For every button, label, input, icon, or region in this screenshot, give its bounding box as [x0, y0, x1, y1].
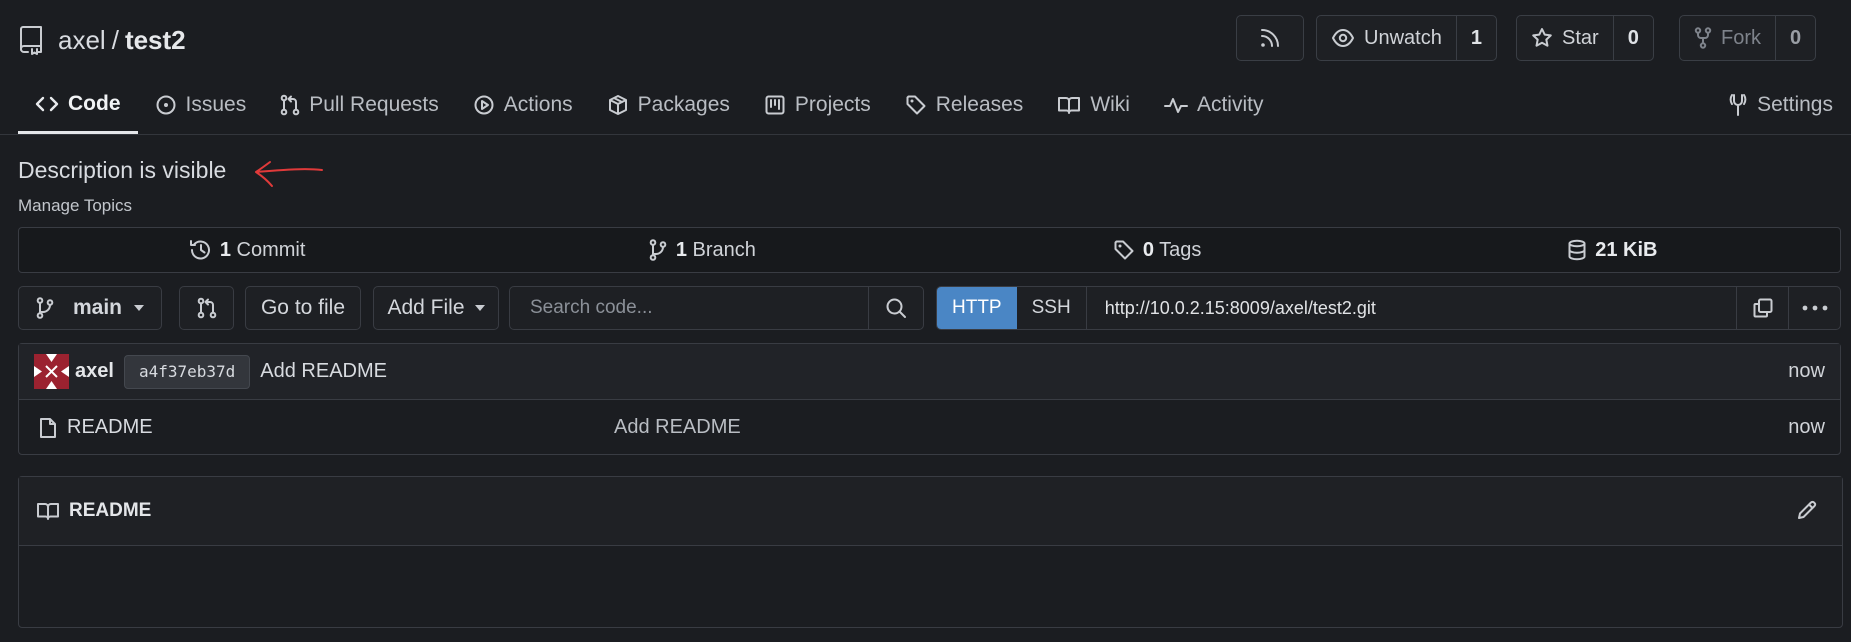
branches-stat[interactable]: 1 Branch — [474, 228, 929, 272]
commit-message-link[interactable]: Add README — [260, 360, 387, 383]
book-icon — [36, 501, 60, 521]
file-table: axel a4f37eb37d Add README now README Ad… — [18, 343, 1841, 455]
history-icon — [188, 239, 212, 261]
latest-commit-row: axel a4f37eb37d Add README now — [19, 344, 1840, 400]
star-button[interactable]: Star 0 — [1516, 15, 1654, 61]
commit-author[interactable]: axel — [75, 360, 114, 383]
tab-code[interactable]: Code — [18, 76, 138, 134]
commits-stat[interactable]: 1 Commit — [19, 228, 474, 272]
go-to-file-button[interactable]: Go to file — [245, 286, 361, 330]
code-icon — [35, 95, 59, 113]
tab-wiki[interactable]: Wiki — [1040, 76, 1147, 134]
repo-icon — [18, 25, 44, 55]
clone-url-field[interactable]: http://10.0.2.15:8009/axel/test2.git — [1087, 287, 1736, 329]
repo-name-link[interactable]: test2 — [125, 25, 186, 55]
more-options-button[interactable] — [1788, 287, 1840, 329]
tabs-divider — [0, 134, 1851, 135]
tags-stat[interactable]: 0 Tags — [930, 228, 1385, 272]
issue-icon — [155, 94, 177, 116]
star-count[interactable]: 0 — [1612, 16, 1653, 60]
current-branch: main — [73, 296, 123, 319]
annotation-arrow — [252, 160, 324, 190]
repo-stats-bar: 1 Commit 1 Branch 0 Tags 21 KiB — [18, 227, 1841, 273]
manage-topics-link[interactable]: Manage Topics — [18, 196, 132, 216]
repo-separator: / — [111, 24, 119, 55]
package-icon — [607, 94, 629, 116]
file-commit-time: now — [1788, 416, 1825, 438]
rss-icon — [1259, 27, 1281, 49]
add-file-button[interactable]: Add File — [373, 286, 499, 330]
repo-owner-link[interactable]: axel — [58, 25, 106, 55]
edit-readme-button[interactable] — [1796, 499, 1818, 521]
tab-activity[interactable]: Activity — [1147, 76, 1281, 134]
unwatch-button[interactable]: Unwatch 1 — [1316, 15, 1497, 61]
fork-icon — [1694, 27, 1712, 49]
play-icon — [473, 94, 495, 116]
tab-releases[interactable]: Releases — [888, 76, 1041, 134]
eye-icon — [1331, 28, 1355, 48]
tab-projects[interactable]: Projects — [747, 76, 888, 134]
star-icon — [1531, 27, 1553, 49]
file-icon — [39, 417, 57, 439]
tab-pull-requests[interactable]: Pull Requests — [263, 76, 456, 134]
tab-actions[interactable]: Actions — [456, 76, 590, 134]
readme-title: README — [69, 500, 152, 521]
clone-http-button[interactable]: HTTP — [937, 287, 1017, 329]
chevron-down-icon — [134, 305, 145, 311]
file-commit-message[interactable]: Add README — [614, 416, 741, 439]
readme-header: README — [19, 477, 1842, 546]
tag-icon — [1113, 239, 1135, 261]
fork-count[interactable]: 0 — [1775, 16, 1815, 60]
table-row[interactable]: README Add README now — [19, 400, 1840, 455]
chevron-down-icon — [474, 305, 485, 311]
database-icon — [1567, 239, 1587, 261]
file-name-link[interactable]: README — [67, 416, 153, 439]
repo-description: Description is visible — [18, 157, 227, 183]
pencil-icon — [1796, 499, 1818, 521]
readme-panel: README — [18, 476, 1843, 628]
copy-url-button[interactable] — [1736, 287, 1788, 329]
clone-ssh-button[interactable]: SSH — [1017, 287, 1087, 329]
branch-icon — [35, 297, 55, 319]
code-search — [509, 286, 924, 330]
fork-button[interactable]: Fork 0 — [1679, 15, 1817, 61]
fork-label: Fork — [1721, 26, 1761, 49]
pull-request-icon — [280, 94, 300, 116]
search-code-input[interactable] — [510, 287, 868, 329]
project-icon — [764, 94, 786, 116]
branch-selector[interactable]: main — [18, 286, 162, 330]
book-icon — [1057, 95, 1081, 115]
commit-sha-button[interactable]: a4f37eb37d — [123, 354, 251, 389]
star-label: Star — [1562, 26, 1599, 49]
commit-time: now — [1788, 360, 1825, 382]
tab-packages[interactable]: Packages — [590, 76, 747, 134]
clone-panel: HTTP SSH http://10.0.2.15:8009/axel/test… — [936, 286, 1841, 330]
copy-icon — [1752, 297, 1774, 319]
unwatch-label: Unwatch — [1364, 26, 1442, 49]
size-stat: 21 KiB — [1385, 228, 1840, 272]
rss-feed-button[interactable] — [1236, 15, 1304, 61]
repo-tabs: Code Issues Pull Requests Actions Packag… — [18, 76, 1280, 134]
pulse-icon — [1163, 95, 1188, 115]
repo-header: axel / test2 — [18, 18, 186, 62]
search-icon — [885, 297, 907, 319]
compare-button[interactable] — [179, 286, 234, 330]
watch-count[interactable]: 1 — [1455, 16, 1496, 60]
search-button[interactable] — [868, 287, 923, 329]
tag-icon — [905, 94, 927, 116]
wrench-icon — [1728, 93, 1748, 117]
tab-settings[interactable]: Settings — [1728, 76, 1833, 134]
tab-issues[interactable]: Issues — [138, 76, 264, 134]
branch-icon — [648, 239, 668, 261]
pull-request-icon — [197, 297, 217, 319]
kebab-horizontal-icon — [1802, 305, 1828, 311]
avatar[interactable] — [34, 354, 69, 389]
